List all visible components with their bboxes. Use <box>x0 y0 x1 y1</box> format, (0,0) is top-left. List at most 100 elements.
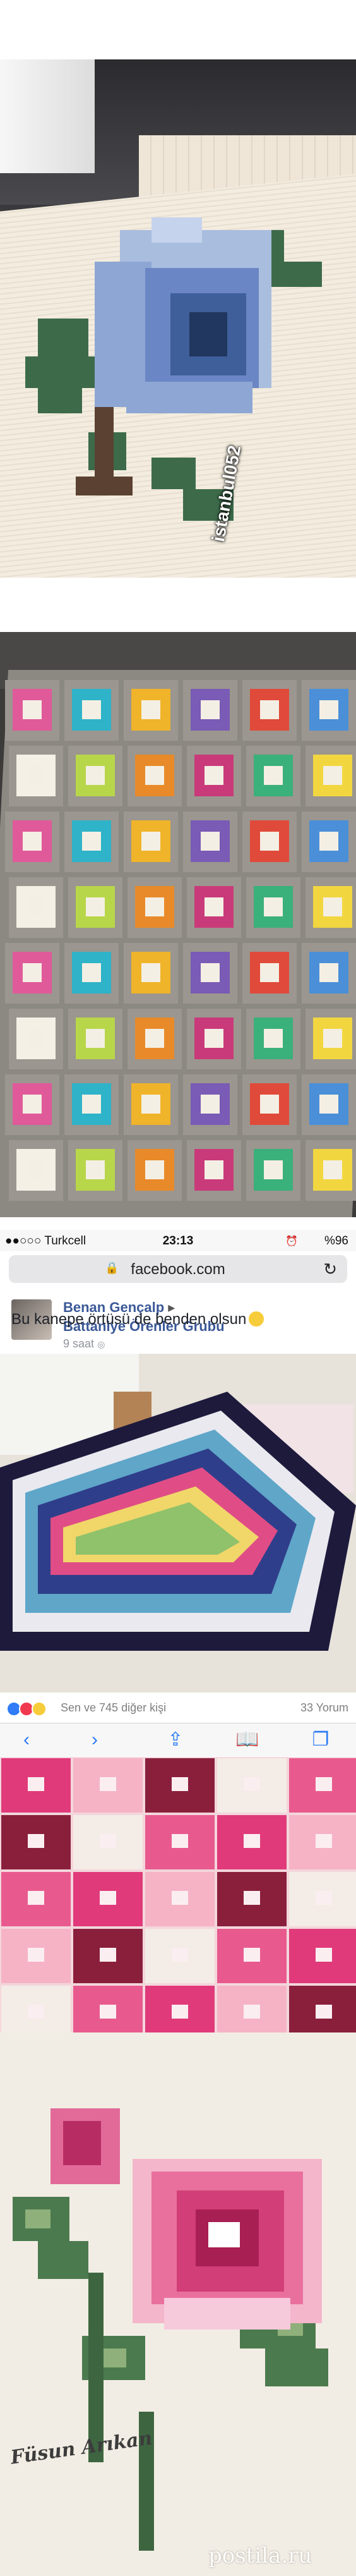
granny-square <box>124 943 178 1004</box>
granny-square <box>68 1009 122 1069</box>
post-time: 9 saat ◎ <box>63 1337 105 1351</box>
granny-square <box>124 811 178 872</box>
pink-granny-square <box>73 1758 143 1813</box>
alarm-icon: ⏰ <box>285 1236 298 1247</box>
address-bar[interactable]: 🔒 facebook.com ↻ <box>9 1255 347 1283</box>
window <box>0 59 95 173</box>
bud <box>50 2108 120 2184</box>
granny-square <box>124 1074 178 1135</box>
pink-granny-square <box>73 1986 143 2032</box>
back-icon[interactable]: ‹ <box>14 1728 39 1751</box>
granny-square <box>306 1009 356 1069</box>
clock: 23:13 <box>162 1234 194 1248</box>
granny-squares-grid <box>5 680 356 1201</box>
pink-granny-square <box>1 1929 71 1983</box>
pink-granny-square <box>145 1758 215 1813</box>
bookmarks-icon[interactable]: 📖 <box>235 1728 260 1751</box>
granny-square <box>9 1140 63 1201</box>
photo-blue-rose-blanket: istanbul052 <box>0 59 356 578</box>
browser-toolbar: ‹ › ⇪ 📖 ❐ <box>0 1723 356 1756</box>
granny-square <box>187 746 241 806</box>
granny-square <box>128 1009 182 1069</box>
granny-square <box>187 1009 241 1069</box>
pink-granny-square <box>73 1929 143 1983</box>
granny-square <box>187 1140 241 1201</box>
pink-granny-square <box>145 1986 215 2032</box>
granny-square <box>302 1074 356 1135</box>
reaction-count[interactable]: Sen ve 745 diğer kişi <box>61 1701 166 1715</box>
granny-square <box>9 746 63 806</box>
granny-square <box>5 680 59 741</box>
tabs-icon[interactable]: ❐ <box>308 1728 333 1751</box>
granny-square <box>128 877 182 938</box>
reload-icon[interactable]: ↻ <box>323 1260 337 1279</box>
phone-screenshot: ●●○○○ Turkcell 23:13 ⏰ %96 🔒 facebook.co… <box>0 1230 356 2032</box>
pink-granny-square <box>217 1758 287 1813</box>
granny-square <box>302 680 356 741</box>
granny-square <box>183 943 237 1004</box>
pink-granny-square <box>289 1986 356 2032</box>
pink-granny-square <box>1 1872 71 1926</box>
photo-pink-rose-blanket: Füsun Arıkan <box>0 2032 356 2576</box>
site-watermark: postila.ru <box>208 2543 312 2568</box>
pink-granny-square <box>73 1872 143 1926</box>
post-time-label: 9 saat <box>63 1337 95 1350</box>
granny-square <box>183 680 237 741</box>
granny-square <box>124 680 178 741</box>
granny-square <box>9 877 63 938</box>
petals <box>95 217 271 413</box>
pink-granny-square <box>1 1758 71 1813</box>
granny-square <box>128 746 182 806</box>
granny-square <box>64 680 119 741</box>
granny-square <box>242 811 297 872</box>
pink-granny-square <box>1 1986 71 2032</box>
pink-granny-square <box>289 1872 356 1926</box>
granny-square <box>242 680 297 741</box>
granny-square <box>246 877 300 938</box>
granny-square <box>302 943 356 1004</box>
pink-granny-square <box>289 1815 356 1869</box>
reaction-icons <box>6 1701 47 1716</box>
rose <box>133 2159 322 2330</box>
granny-square <box>306 1140 356 1201</box>
post-text-label: Bu kanepe örtüsü de benden olsun <box>11 1311 247 1328</box>
reactions-bar: Sen ve 745 diğer kişi 33 Yorum <box>0 1698 356 1720</box>
granny-square <box>242 943 297 1004</box>
pink-granny-square <box>217 1815 287 1869</box>
granny-square <box>68 1140 122 1201</box>
granny-square <box>68 877 122 938</box>
granny-square <box>187 877 241 938</box>
globe-icon: ◎ <box>97 1339 105 1349</box>
smile-emoji-icon <box>249 1311 264 1327</box>
photo-pink-granny-squares <box>0 1757 356 2032</box>
pink-granny-square <box>145 1815 215 1869</box>
granny-square <box>246 1009 300 1069</box>
pink-granny-square <box>289 1758 356 1813</box>
wow-icon <box>32 1701 47 1716</box>
granny-square <box>64 943 119 1004</box>
granny-square <box>246 1140 300 1201</box>
granny-square <box>306 877 356 938</box>
photo-granny-square-blanket <box>0 632 356 1217</box>
blue-rose-pattern <box>25 217 322 521</box>
granny-square <box>246 746 300 806</box>
forward-icon[interactable]: › <box>82 1728 107 1751</box>
granny-square <box>5 943 59 1004</box>
pink-granny-square <box>145 1872 215 1926</box>
granny-square <box>128 1140 182 1201</box>
battery-label: %96 <box>324 1234 348 1248</box>
status-bar: ●●○○○ Turkcell 23:13 ⏰ %96 <box>0 1230 356 1251</box>
post-photo-sofa-throw[interactable] <box>0 1354 356 1692</box>
pink-granny-square <box>217 1872 287 1926</box>
pink-rose-pattern <box>0 2032 356 2576</box>
granny-square <box>64 1074 119 1135</box>
granny-square <box>306 746 356 806</box>
granny-square <box>5 1074 59 1135</box>
share-icon[interactable]: ⇪ <box>163 1728 188 1751</box>
pink-granny-square <box>289 1929 356 1983</box>
post-text: Bu kanepe örtüsü de benden olsun <box>11 1311 264 1328</box>
granny-square <box>5 811 59 872</box>
pink-granny-square <box>73 1815 143 1869</box>
comment-count[interactable]: 33 Yorum <box>300 1701 348 1715</box>
granny-square <box>64 811 119 872</box>
